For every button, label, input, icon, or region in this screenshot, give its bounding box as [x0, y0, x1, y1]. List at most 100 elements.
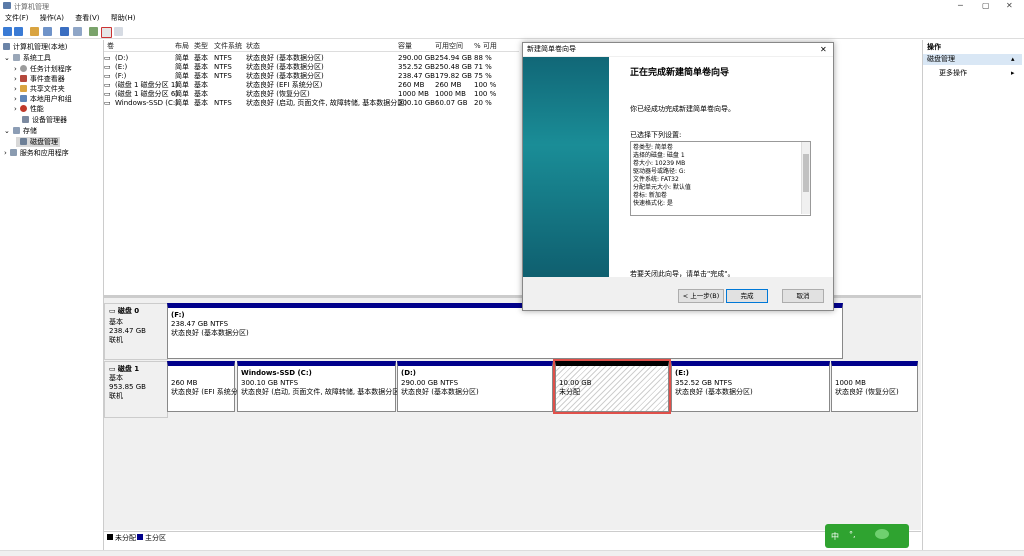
back-button[interactable]: < 上一步(B) — [678, 289, 724, 303]
cell-status: 状态良好 (启动, 页面文件, 故障转储, 基本数据分区) — [246, 99, 408, 107]
tree-item-services[interactable]: › 服务和应用程序 — [4, 148, 69, 158]
more-actions[interactable]: 更多操作 ▸ — [939, 68, 1015, 78]
tree-item-task-scheduler[interactable]: › 任务计划程序 — [14, 64, 72, 74]
ime-leaf-icon — [875, 529, 889, 539]
cell-capacity: 260 MB — [398, 81, 425, 89]
cell-free: 60.07 GB — [435, 99, 468, 107]
close-button[interactable]: ✕ — [1006, 1, 1013, 10]
services-icon — [9, 149, 17, 156]
back-icon[interactable] — [3, 27, 12, 36]
dialog-close-icon[interactable]: ✕ — [820, 43, 827, 56]
tree-item-storage[interactable]: ⌄ 存储 — [4, 126, 37, 136]
cell-volume: (磁盘 1 磁盘分区 1) — [115, 81, 179, 89]
col-layout[interactable]: 布局 — [175, 42, 189, 51]
actions-section-label: 磁盘管理 — [927, 55, 955, 63]
maximize-button[interactable]: ▢ — [982, 1, 990, 10]
cancel-button[interactable]: 取消 — [782, 289, 824, 303]
tree-label: 服务和应用程序 — [19, 149, 69, 157]
cell-layout: 简单 — [175, 54, 189, 62]
finish-button[interactable]: 完成 — [726, 289, 768, 303]
col-type[interactable]: 类型 — [194, 42, 208, 51]
disk0-label[interactable]: ▭ 磁盘 0 基本 238.47 GB 联机 — [104, 303, 168, 360]
up-folder-icon[interactable] — [30, 27, 39, 36]
partition-size: 290.00 GB NTFS — [401, 379, 459, 387]
check-icon[interactable] — [101, 27, 112, 38]
ime-indicator[interactable]: 中 °, — [825, 524, 909, 548]
storage-icon — [12, 127, 20, 134]
menu-file[interactable]: 文件(F) — [5, 13, 29, 24]
tools-icon — [12, 54, 20, 61]
scrollbar[interactable] — [801, 142, 810, 214]
collapse-up-icon[interactable]: ▴ — [1011, 54, 1015, 65]
partition-d[interactable]: (D:) 290.00 GB NTFS 状态良好 (基本数据分区) — [397, 361, 553, 412]
table-row[interactable]: ▭ (D:) 简单 基本 NTFS 状态良好 (基本数据分区) 290.00 G… — [104, 54, 504, 62]
cell-capacity: 1000 MB — [398, 90, 429, 98]
tree-item-performance[interactable]: › 性能 — [14, 104, 44, 114]
col-pct-free[interactable]: % 可用 — [474, 42, 497, 51]
col-filesystem[interactable]: 文件系统 — [214, 42, 242, 51]
toolbar — [0, 25, 1024, 39]
tree-item-device-manager[interactable]: 设备管理器 — [22, 115, 67, 125]
show-hide-tree-icon[interactable] — [43, 27, 52, 36]
col-status[interactable]: 状态 — [246, 42, 260, 51]
table-row[interactable]: ▭ Windows-SSD (C:) 简单 基本 NTFS 状态良好 (启动, … — [104, 99, 504, 107]
disk1-label[interactable]: ▭ 磁盘 1 基本 953.85 GB 联机 — [104, 361, 168, 418]
col-free[interactable]: 可用空间 — [435, 42, 463, 51]
partition-efi[interactable]: 260 MB 状态良好 (EFI 系统分) — [167, 361, 240, 412]
forward-icon[interactable] — [14, 27, 23, 36]
partition-size: 300.10 GB NTFS — [241, 379, 299, 387]
partition-status: 状态良好 (EFI 系统分) — [171, 388, 241, 396]
cell-status: 状态良好 (EFI 系统分区) — [246, 81, 323, 89]
cell-fs: NTFS — [214, 99, 232, 107]
minimize-button[interactable]: ─ — [958, 1, 963, 10]
setting-line: 卷类型: 简单卷 — [633, 144, 673, 151]
menu-view[interactable]: 查看(V) — [75, 13, 99, 24]
cell-fs: NTFS — [214, 63, 232, 71]
cell-type: 基本 — [194, 54, 208, 62]
device-manager-icon — [22, 116, 29, 123]
menu-help[interactable]: 帮助(H) — [111, 13, 136, 24]
actions-section[interactable]: 磁盘管理 ▴ — [923, 54, 1022, 65]
tree-item-local-users[interactable]: › 本地用户和组 — [14, 94, 72, 104]
unallocated-space[interactable]: 10.00 GB 未分配 — [553, 359, 671, 414]
drive-icon: ▭ — [104, 63, 111, 71]
col-capacity[interactable]: 容量 — [398, 42, 412, 51]
partition-name: (D:) — [401, 369, 417, 377]
tree-item-shared-folders[interactable]: › 共享文件夹 — [14, 84, 65, 94]
disk-icon: ▭ — [109, 307, 118, 315]
chevron-right-icon: › — [14, 95, 17, 103]
disk1-type: 基本 — [109, 374, 123, 382]
table-row[interactable]: ▭ (F:) 简单 基本 NTFS 状态良好 (基本数据分区) 238.47 G… — [104, 72, 504, 80]
connect-icon[interactable] — [89, 27, 98, 36]
partition-e[interactable]: (E:) 352.52 GB NTFS 状态良好 (基本数据分区) — [671, 361, 830, 412]
wizard-intro: 你已经成功完成新建简单卷向导。 — [630, 105, 735, 113]
setting-line: 选择的磁盘: 磁盘 1 — [633, 152, 685, 159]
partition-f[interactable]: (F:) 238.47 GB NTFS 状态良好 (基本数据分区) — [167, 303, 843, 359]
settings-summary-box[interactable]: 卷类型: 简单卷 选择的磁盘: 磁盘 1 卷大小: 10239 MB 驱动器号或… — [630, 141, 811, 216]
cell-volume: (F:) — [115, 72, 127, 80]
table-row[interactable]: ▭ (磁盘 1 磁盘分区 6) 简单 基本 状态良好 (恢复分区) 1000 M… — [104, 90, 504, 98]
cell-status: 状态良好 (基本数据分区) — [246, 72, 324, 80]
chevron-right-icon: › — [14, 75, 17, 83]
tree-item-root[interactable]: 计算机管理(本地) — [3, 42, 67, 52]
cell-status: 状态良好 (恢复分区) — [246, 90, 310, 98]
help-icon[interactable] — [60, 27, 69, 36]
partition-name: (F:) — [171, 311, 185, 319]
navigation-tree: 计算机管理(本地) ⌄ 系统工具 › 任务计划程序 › 事件查看器 › 共享文件夹 › 本… — [0, 40, 104, 550]
properties-icon[interactable] — [114, 27, 123, 36]
table-row[interactable]: ▭ (磁盘 1 磁盘分区 1) 简单 基本 状态良好 (EFI 系统分区) 26… — [104, 81, 504, 89]
tree-item-disk-management[interactable]: 磁盘管理 — [16, 137, 60, 147]
partition-size: 352.52 GB NTFS — [675, 379, 733, 387]
partition-c[interactable]: Windows-SSD (C:) 300.10 GB NTFS 状态良好 (启动… — [237, 361, 402, 412]
drive-icon: ▭ — [104, 72, 111, 80]
ime-punctuation-icon[interactable]: °, — [849, 530, 856, 539]
tree-item-event-viewer[interactable]: › 事件查看器 — [14, 74, 65, 84]
col-volume[interactable]: 卷 — [107, 42, 114, 51]
cell-layout: 简单 — [175, 99, 189, 107]
menu-action[interactable]: 操作(A) — [40, 13, 64, 24]
partition-recovery[interactable]: 1000 MB 状态良好 (恢复分区) — [831, 361, 918, 412]
table-row[interactable]: ▭ (E:) 简单 基本 NTFS 状态良好 (基本数据分区) 352.52 G… — [104, 63, 504, 71]
list-view-icon[interactable] — [73, 27, 82, 36]
tree-item-system-tools[interactable]: ⌄ 系统工具 — [4, 53, 51, 63]
scrollbar-thumb[interactable] — [803, 154, 809, 192]
